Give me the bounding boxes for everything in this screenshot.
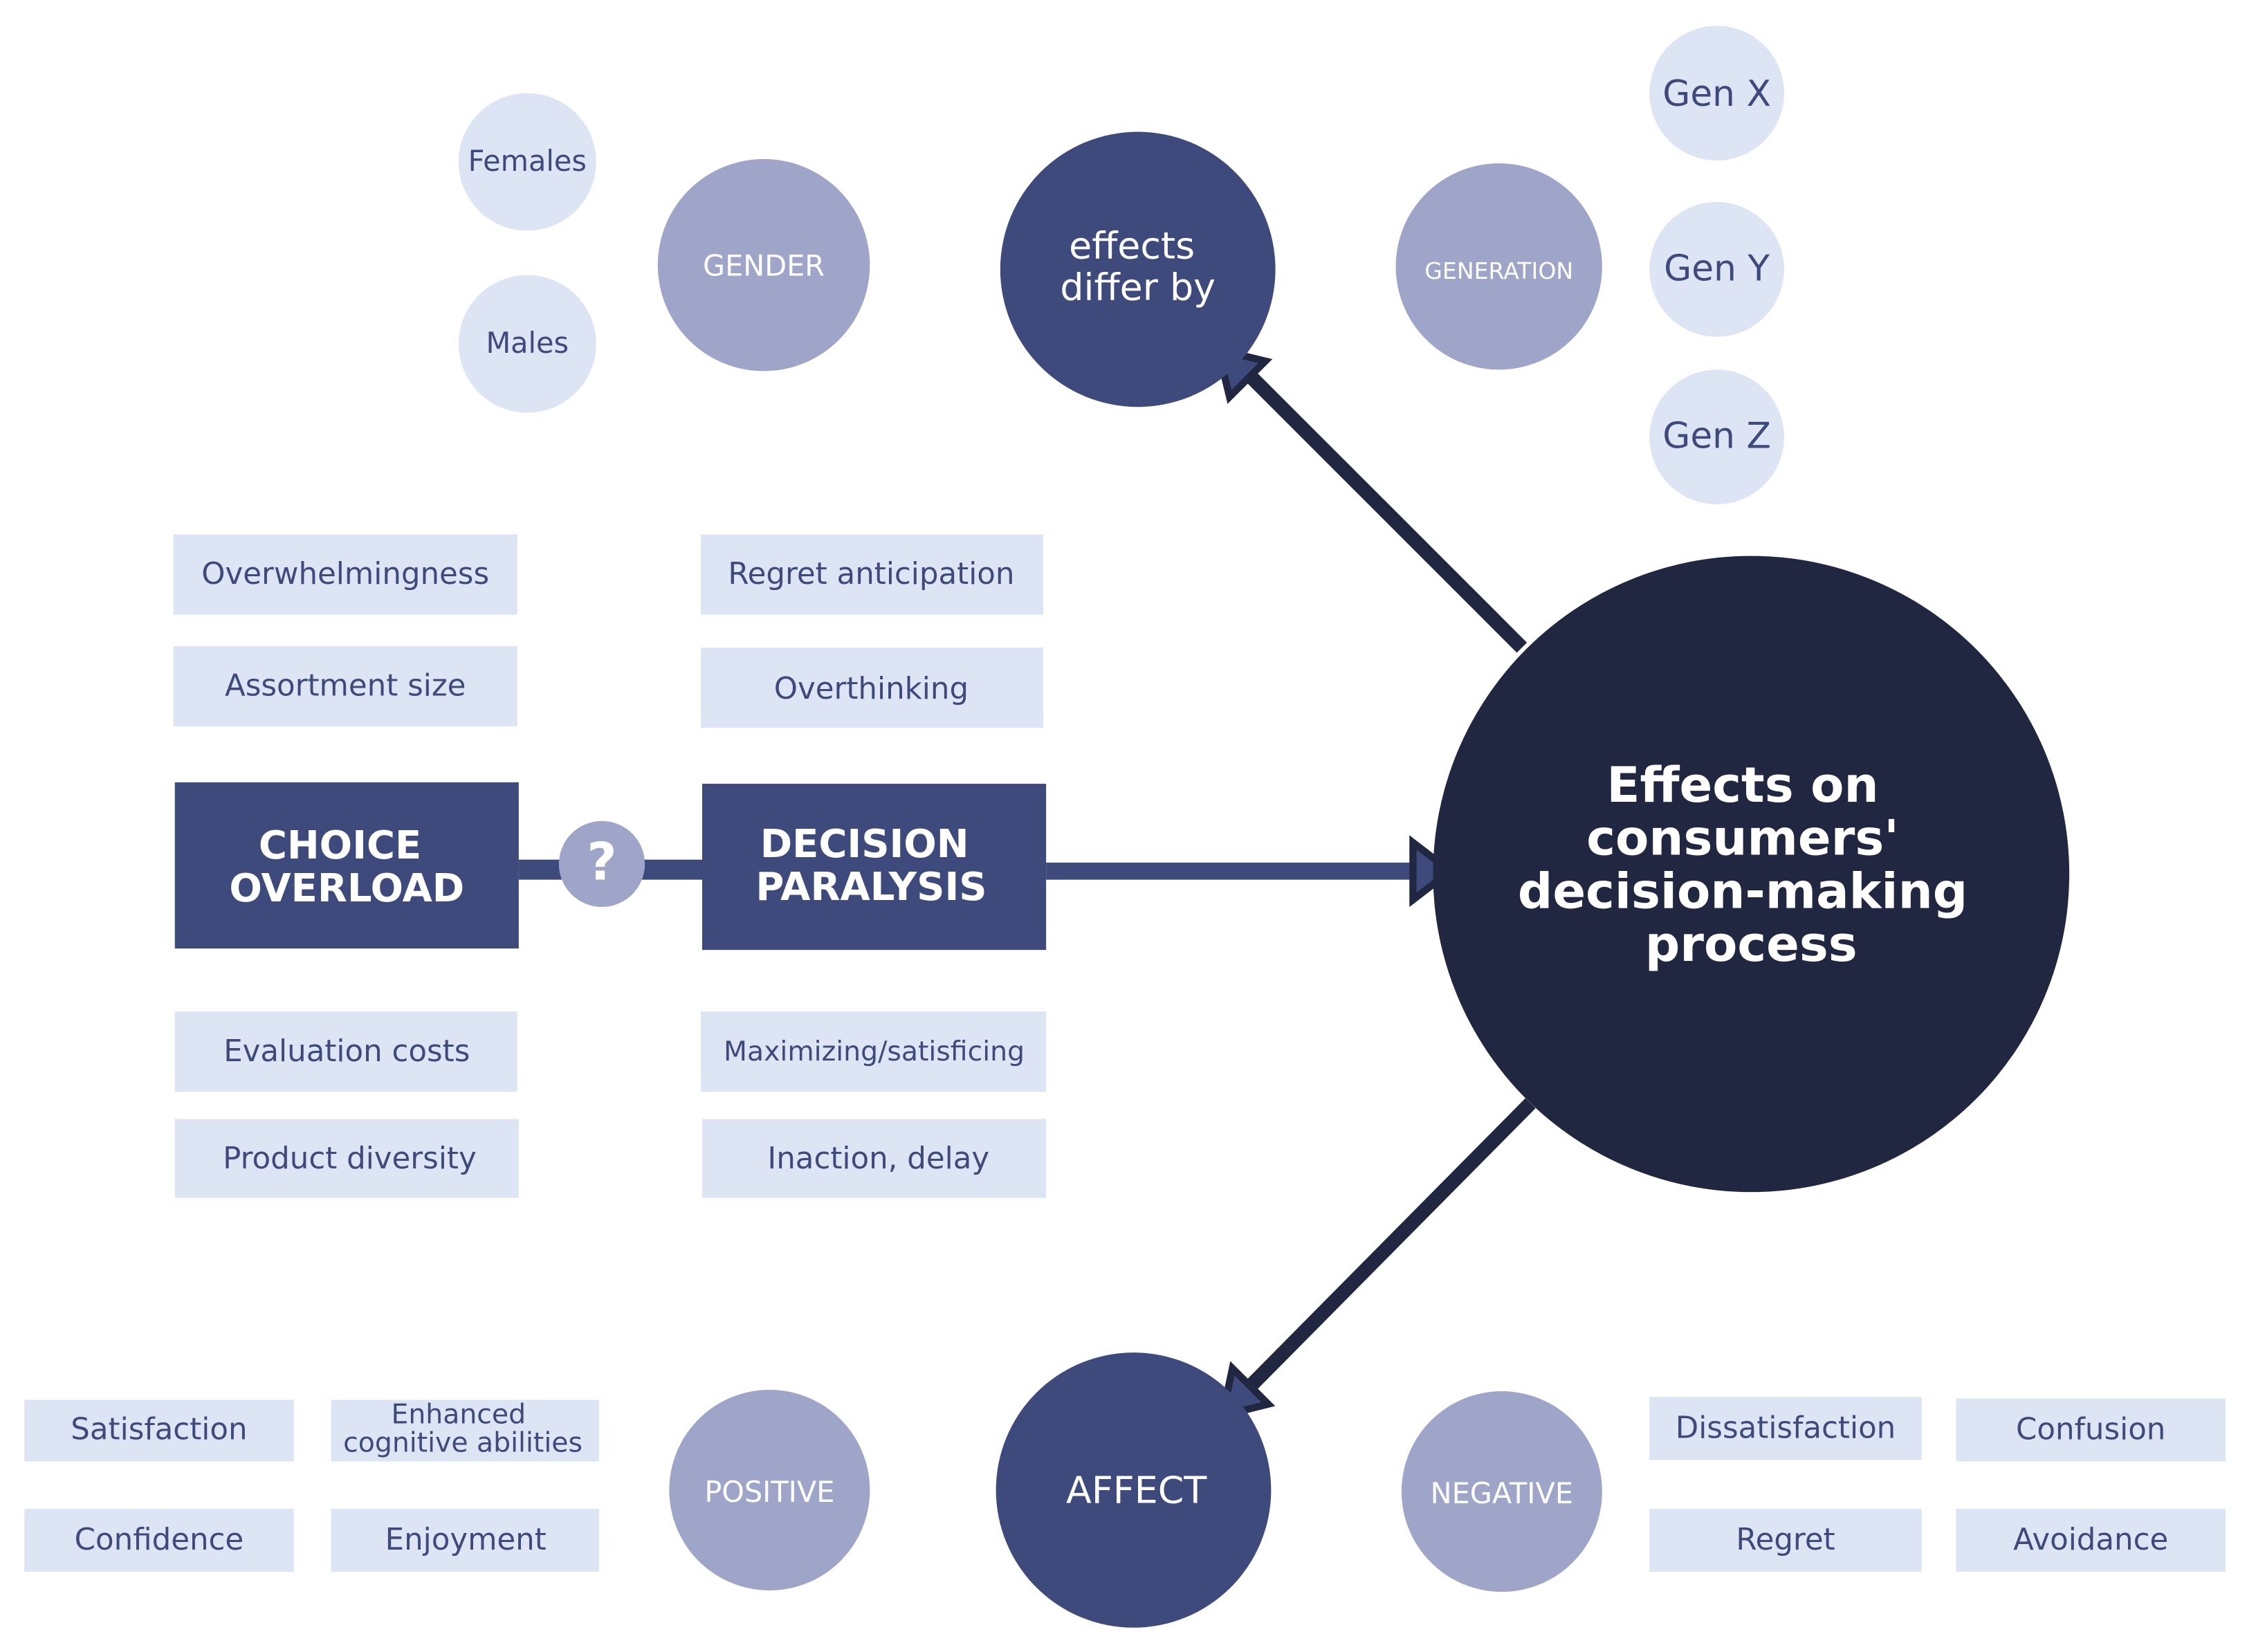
gender-label: GENDER [703,249,825,282]
generation-group: GENERATION Gen X Gen Y Gen Z [1395,26,1784,505]
choice-overload-group: Overwhelmingness Assortment size CHOICE … [173,534,519,1198]
gen-y-label: Gen Y [1664,248,1770,289]
females-label: Females [468,145,587,178]
decision-paralysis-label: DECISION PARALYSIS [755,822,987,910]
affect-item-label: Regret [1736,1523,1835,1557]
affect-item-label: Confidence [75,1523,244,1557]
factor-label: Maximizing/satisficing [724,1036,1025,1067]
gender-group: Females Males GENDER [458,93,870,413]
decision-paralysis-group: Regret anticipation Overthinking DECISIO… [700,534,1047,1198]
generation-label: GENERATION [1424,257,1573,284]
gen-x-label: Gen X [1662,73,1771,115]
factor-label: Inaction, delay [767,1141,989,1176]
affect-item-label: Avoidance [2013,1523,2168,1557]
factor-label: Overwhelmingness [201,557,489,591]
effects-differ-label: effects differ by [1060,223,1216,309]
factor-label: Evaluation costs [223,1034,470,1069]
positive-label: POSITIVE [704,1476,834,1509]
affect-label: AFFECT [1066,1469,1207,1512]
choice-overload-label: CHOICE OVERLOAD [229,823,464,911]
arrow-to-affect [1241,1098,1536,1395]
factor-label: Product diversity [223,1141,477,1176]
affect-item-label: Enjoyment [385,1523,547,1557]
factor-label: Regret anticipation [728,557,1014,591]
males-label: Males [486,327,569,360]
factor-label: Assortment size [225,669,466,704]
affect-item-label: Satisfaction [71,1413,247,1447]
arrow-to-effects [1238,365,1528,653]
question-glyph: ? [587,832,616,892]
negative-label: NEGATIVE [1431,1477,1573,1510]
gen-z-label: Gen Z [1662,416,1771,457]
factor-label: Overthinking [774,672,969,706]
diagram: Females Males GENDER effects differ by G… [24,26,2226,1628]
negative-group: NEGATIVE Dissatisfaction Confusion Regre… [1401,1391,2226,1593]
affect-item-label: Confusion [2016,1413,2165,1447]
affect-item-label: Dissatisfaction [1676,1411,1896,1445]
positive-group: POSITIVE Satisfaction Enhanced cognitive… [24,1389,870,1590]
